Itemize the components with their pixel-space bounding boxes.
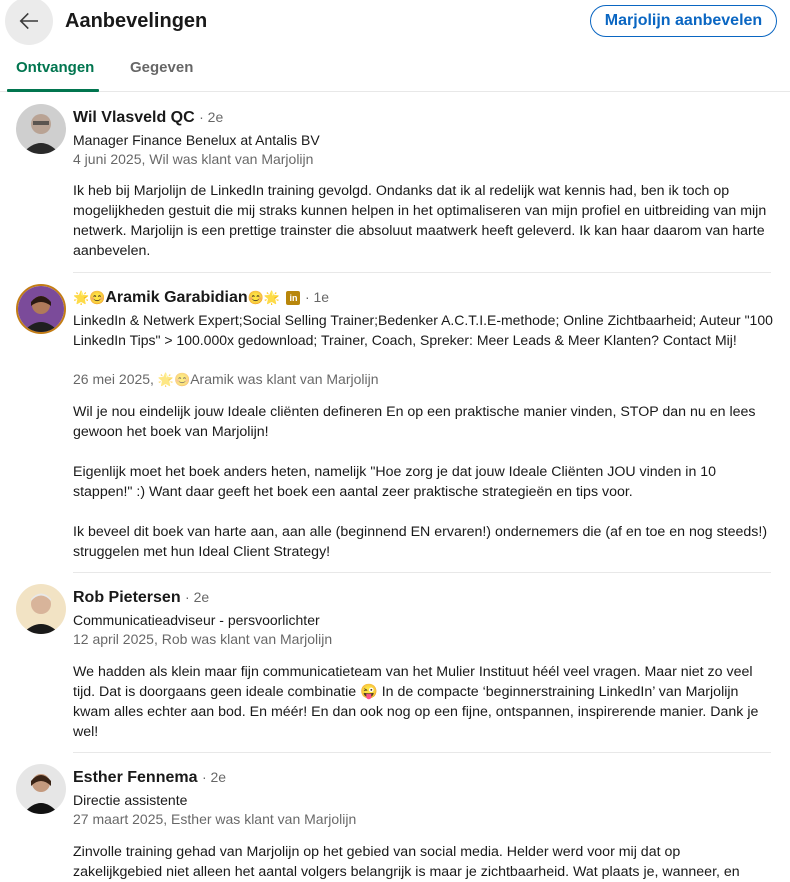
- tab-given[interactable]: Gegeven: [130, 59, 193, 76]
- connection-degree: · 2e: [199, 109, 224, 125]
- sparkle-smile-icon: 🌟😊: [73, 290, 106, 305]
- recommender-name-line: 🌟😊Aramik Garabidian😊🌟 in · 1e: [73, 289, 329, 307]
- recommendation-meta: 4 juni 2025, Wil was klant van Marjolijn: [73, 151, 314, 167]
- smile-sparkle-icon: 😊🌟: [247, 290, 281, 305]
- page-title: Aanbevelingen: [65, 10, 208, 32]
- active-tab-indicator: [7, 89, 99, 92]
- arrow-left-icon: [19, 12, 38, 30]
- recommendation-paragraph: Eigenlijk moet het boek anders heten, na…: [73, 464, 717, 500]
- recommendation-paragraph: Ik beveel dit boek van harte aan, aan al…: [73, 524, 768, 560]
- recommendation-paragraph: Zinvolle training gehad van Marjolijn op…: [73, 844, 740, 880]
- avatar[interactable]: [16, 284, 66, 334]
- divider: [73, 272, 771, 273]
- recommendation-meta: 12 april 2025, Rob was klant van Marjoli…: [73, 631, 333, 647]
- recommender-name-line: Rob Pietersen · 2e: [73, 589, 209, 607]
- connection-degree: · 2e: [185, 589, 210, 605]
- connection-degree: · 1e: [304, 289, 330, 305]
- recommender-name-line: Esther Fennema · 2e: [73, 769, 226, 787]
- divider: [73, 572, 771, 573]
- recommender-name-line: Wil Vlasveld QC · 2e: [73, 109, 223, 127]
- recommender-headline: Manager Finance Benelux at Antalis BV: [73, 132, 320, 148]
- recommender-name[interactable]: Esther Fennema: [73, 769, 197, 786]
- recommender-headline: LinkedIn & Netwerk Expert;Social Selling…: [73, 312, 773, 348]
- recommendation-text: Ik heb bij Marjolijn de LinkedIn trainin…: [73, 181, 773, 261]
- back-button[interactable]: [5, 0, 53, 45]
- recommender-headline: Communicatieadviseur - persvoorlichter: [73, 612, 320, 628]
- linkedin-premium-icon: in: [286, 291, 301, 305]
- recommender-name[interactable]: Wil Vlasveld QC: [73, 109, 195, 126]
- recommender-headline: Directie assistente: [73, 792, 188, 808]
- recommendation-text: Zinvolle training gehad van Marjolijn op…: [73, 842, 773, 882]
- recommendation-paragraph: Ik heb bij Marjolijn de LinkedIn trainin…: [73, 183, 767, 259]
- meta-relation: Aramik was klant van Marjolijn: [190, 371, 379, 387]
- recommender-name[interactable]: Rob Pietersen: [73, 589, 181, 606]
- recommend-marjolijn-button[interactable]: Marjolijn aanbevelen: [590, 5, 777, 37]
- sparkle-smile-icon: 🌟😊: [157, 372, 191, 387]
- avatar[interactable]: [16, 104, 66, 154]
- recommendation-meta: 26 mei 2025, 🌟😊Aramik was klant van Marj…: [73, 371, 379, 388]
- avatar[interactable]: [16, 584, 66, 634]
- page-header: Aanbevelingen Marjolijn aanbevelen: [0, 0, 790, 46]
- connection-degree: · 2e: [201, 769, 227, 785]
- tab-bar: Ontvangen Gegeven: [0, 46, 790, 92]
- recommendation-paragraph: Wil je nou eindelijk jouw Ideale cliënte…: [73, 404, 756, 440]
- divider: [73, 752, 771, 753]
- tab-received[interactable]: Ontvangen: [16, 59, 94, 76]
- recommendation-paragraph: We hadden als klein maar fijn communicat…: [73, 664, 759, 740]
- recommendation-text: We hadden als klein maar fijn communicat…: [73, 662, 773, 742]
- avatar[interactable]: [16, 764, 66, 814]
- recommendation-meta: 27 maart 2025, Esther was klant van Marj…: [73, 811, 357, 827]
- meta-date: 26 mei 2025,: [73, 371, 158, 387]
- recommender-name[interactable]: Aramik Garabidian: [105, 289, 247, 306]
- recommendation-text: Wil je nou eindelijk jouw Ideale cliënte…: [73, 402, 773, 562]
